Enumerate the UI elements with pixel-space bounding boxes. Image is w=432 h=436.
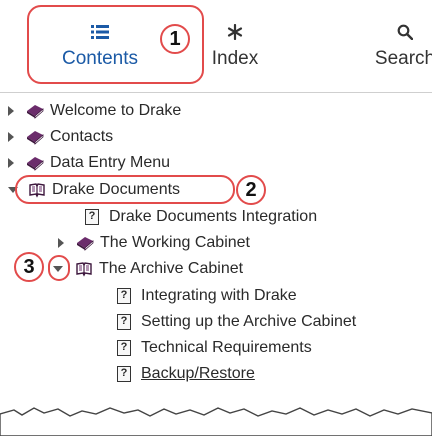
tab-search[interactable]: Search xyxy=(350,0,432,92)
help-page-icon: ? xyxy=(117,339,131,356)
tree-item-label: Drake Documents Integration xyxy=(109,207,318,225)
expand-arrow-icon[interactable] xyxy=(58,237,64,248)
tree-item-drake-documents-integration[interactable]: ? Drake Documents Integration xyxy=(85,203,317,230)
archive-arrow-highlight xyxy=(48,255,70,281)
asterisk-icon xyxy=(227,23,243,45)
search-icon xyxy=(397,24,414,45)
contents-tree: Welcome to Drake Contacts Data Entry Men… xyxy=(0,92,432,436)
tree-item-label: The Working Cabinet xyxy=(100,233,250,251)
callout-1: 1 xyxy=(160,24,190,54)
tree-item-label: Welcome to Drake xyxy=(50,101,182,119)
tree-item-label: Setting up the Archive Cabinet xyxy=(141,312,357,330)
closed-book-icon xyxy=(76,235,94,251)
open-book-icon xyxy=(75,261,93,277)
callout-3: 3 xyxy=(14,252,44,282)
help-page-icon: ? xyxy=(117,287,131,304)
tree-item-integrating-with-drake[interactable]: ? Integrating with Drake xyxy=(117,282,297,309)
tree-item-label: Data Entry Menu xyxy=(50,153,171,171)
expand-arrow-icon[interactable] xyxy=(8,131,14,142)
tree-item-data-entry-menu[interactable]: Data Entry Menu xyxy=(8,149,170,176)
tree-item-label: Integrating with Drake xyxy=(141,286,297,304)
help-page-icon: ? xyxy=(85,208,99,225)
help-page-icon: ? xyxy=(117,313,131,330)
callout-2: 2 xyxy=(236,175,266,205)
tab-index-label: Index xyxy=(211,48,259,69)
tree-item-label: Contacts xyxy=(50,127,114,145)
tree-item-backup-restore[interactable]: ? Backup/Restore xyxy=(117,360,255,387)
expand-arrow-icon[interactable] xyxy=(8,157,14,168)
help-page-icon: ? xyxy=(117,365,131,382)
tree-item-label: Backup/Restore xyxy=(141,364,255,382)
tree-item-label: The Archive Cabinet xyxy=(99,259,244,277)
tree-item-welcome[interactable]: Welcome to Drake xyxy=(8,97,181,124)
drake-documents-highlight xyxy=(15,175,235,204)
tree-item-technical-requirements[interactable]: ? Technical Requirements xyxy=(117,334,312,361)
tab-search-label: Search xyxy=(374,48,432,69)
closed-book-icon xyxy=(26,103,44,119)
tree-item-contacts[interactable]: Contacts xyxy=(8,123,113,150)
tree-item-label: Technical Requirements xyxy=(141,338,312,356)
tree-item-setting-up-archive-cabinet[interactable]: ? Setting up the Archive Cabinet xyxy=(117,308,356,335)
closed-book-icon xyxy=(26,155,44,171)
torn-edge-decoration xyxy=(0,407,432,436)
help-tab-bar: Contents Index Search 1 xyxy=(0,0,432,93)
tree-item-archive-cabinet[interactable]: The Archive Cabinet xyxy=(53,255,243,282)
tree-item-working-cabinet[interactable]: The Working Cabinet xyxy=(58,229,250,256)
closed-book-icon xyxy=(26,129,44,145)
expand-arrow-icon[interactable] xyxy=(8,105,14,116)
